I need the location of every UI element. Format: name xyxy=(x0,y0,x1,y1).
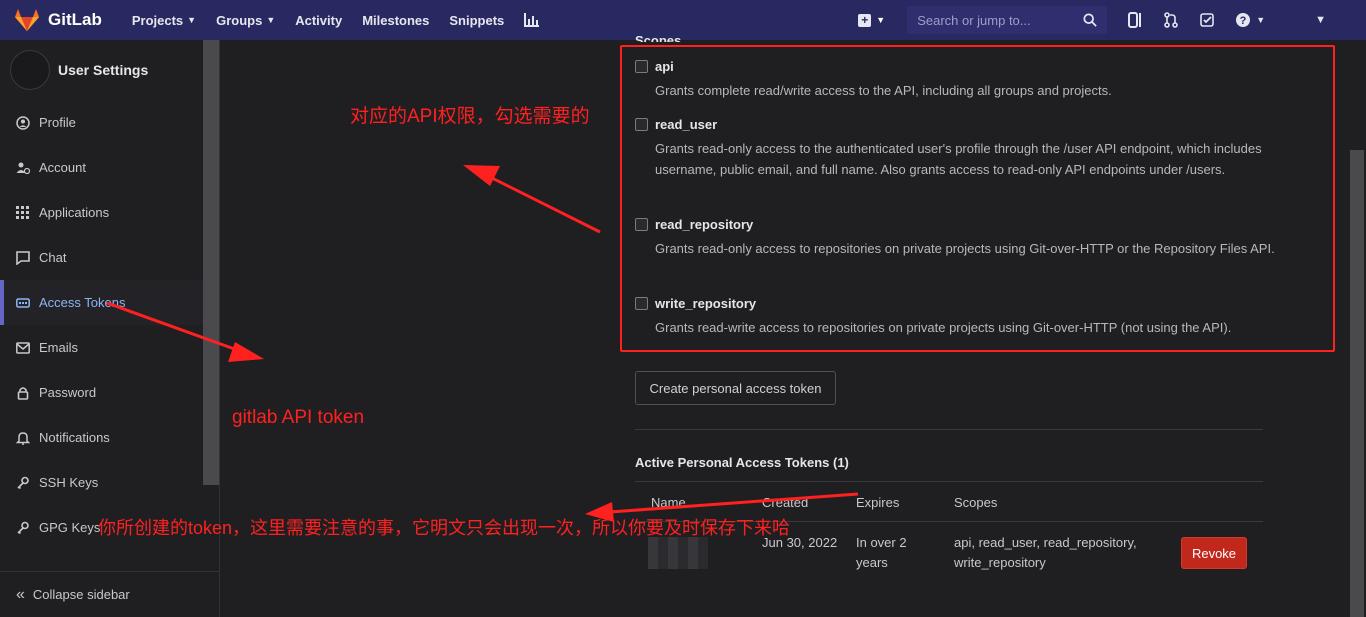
sidebar-item-profile[interactable]: Profile xyxy=(0,100,203,145)
sidebar-item-label: Chat xyxy=(39,250,67,265)
todos-button[interactable] xyxy=(1199,12,1215,28)
column-name: Name xyxy=(651,495,686,510)
token-name-redacted xyxy=(648,537,708,569)
sidebar-item-label: Account xyxy=(39,160,86,175)
token-expires: In over 2 years xyxy=(856,535,907,570)
sidebar-item-chat[interactable]: Chat xyxy=(0,235,203,280)
chevron-down-icon: ▼ xyxy=(1256,15,1266,25)
sidebar-item-applications[interactable]: Applications xyxy=(0,190,203,235)
applications-icon xyxy=(16,205,29,219)
bell-icon xyxy=(16,431,30,445)
lock-icon xyxy=(17,386,29,400)
sidebar-item-label: Access Tokens xyxy=(39,295,126,310)
column-scopes: Scopes xyxy=(954,495,998,510)
collapse-sidebar-button[interactable]: « Collapse sidebar xyxy=(0,571,219,617)
chevron-down-icon: ▼ xyxy=(187,15,197,25)
annotation-token-note: gitlab API token xyxy=(232,407,365,428)
arrow-to-scopes-note xyxy=(487,174,601,234)
arrow-head-scopes xyxy=(463,165,500,186)
column-created: Created xyxy=(762,495,809,510)
search-icon xyxy=(1083,13,1097,27)
mail-icon xyxy=(16,341,30,354)
sidebar-item-emails[interactable]: Emails xyxy=(0,325,203,370)
top-navbar: GitLab Projects ▼ Groups ▼ Activity Milest… xyxy=(0,0,1366,40)
brand-name: GitLab xyxy=(48,10,102,29)
sidebar-item-ssh-keys[interactable]: SSH Keys xyxy=(0,460,203,505)
search-input[interactable] xyxy=(917,12,1068,28)
annotation-scopes-note: 对应的API权限，勾选需要的 xyxy=(350,106,590,127)
sidebar-item-label: Applications xyxy=(39,205,110,220)
sidebar-item-label: SSH Keys xyxy=(39,475,99,490)
sidebar-item-label: GPG Keys xyxy=(39,520,101,535)
gitlab-logo[interactable]: GitLab xyxy=(14,8,102,32)
nav-projects[interactable]: Projects ▼ xyxy=(132,13,196,28)
nav-milestones[interactable]: Milestones xyxy=(362,13,429,28)
sidebar-item-account[interactable]: Account xyxy=(0,145,203,190)
svg-text:?: ? xyxy=(1240,15,1247,27)
sidebar-toggle-button[interactable] xyxy=(1127,12,1143,28)
avatar[interactable] xyxy=(10,50,50,90)
key-icon xyxy=(17,476,29,489)
chevron-down-icon: ▼ xyxy=(266,15,276,25)
active-tokens-title: Active Personal Access Tokens (1) xyxy=(635,455,849,470)
profile-icon xyxy=(16,115,30,130)
chart-icon xyxy=(524,13,540,27)
annotation-highlight-box xyxy=(620,45,1335,352)
help-icon: ? xyxy=(1236,13,1251,27)
section-divider xyxy=(635,429,1263,430)
account-icon xyxy=(16,162,30,174)
collapse-sidebar-label: Collapse sidebar xyxy=(32,587,130,602)
user-menu-chevron-icon[interactable]: ▼ xyxy=(1315,14,1326,26)
scopes-label: Scopes xyxy=(635,33,682,42)
merge-requests-button[interactable] xyxy=(1163,12,1179,28)
nav-groups[interactable]: Groups ▼ xyxy=(216,13,275,28)
create-token-button[interactable]: Create personal access token xyxy=(635,371,836,405)
sidebar-item-label: Password xyxy=(39,385,97,400)
panel-icon xyxy=(1128,12,1142,28)
sidebar-item-notifications[interactable]: Notifications xyxy=(0,415,203,460)
search-box[interactable] xyxy=(907,6,1108,34)
chat-icon xyxy=(16,250,30,265)
sidebar-item-access-tokens[interactable]: Access Tokens xyxy=(0,280,203,325)
nav-activity[interactable]: Activity xyxy=(295,13,342,28)
sidebar-item-label: Emails xyxy=(39,340,79,355)
todo-check-icon xyxy=(1200,13,1214,27)
tanuki-icon xyxy=(15,9,39,31)
column-expires: Expires xyxy=(856,495,900,510)
sidebar-scrollbar[interactable] xyxy=(203,40,219,485)
main-scrollbar-thumb[interactable] xyxy=(1350,150,1364,617)
analytics-link[interactable] xyxy=(524,13,540,27)
sidebar-title: User Settings xyxy=(58,62,149,78)
plus-icon: + xyxy=(858,13,872,27)
revoke-button[interactable]: Revoke xyxy=(1181,537,1247,569)
sidebar-header: User Settings xyxy=(0,40,219,100)
merge-request-icon xyxy=(1164,12,1178,28)
chevron-down-icon: ▼ xyxy=(876,15,886,25)
token-icon xyxy=(16,297,30,308)
help-button[interactable]: ? ▼ xyxy=(1235,12,1265,28)
token-scopes: api, read_user, read_repository, write_r… xyxy=(954,535,1137,570)
annotation-created-note: 你所创建的token，这里需要注意的事，它明文只会出现一次，所以你要及时保存下来… xyxy=(98,518,791,538)
nav-snippets[interactable]: Snippets xyxy=(449,13,504,28)
arrow-head-tokens xyxy=(228,342,264,362)
sidebar-item-password[interactable]: Password xyxy=(0,370,203,415)
new-dropdown-button[interactable]: + ▼ xyxy=(858,13,886,27)
sidebar-item-label: Notifications xyxy=(39,430,110,445)
key-icon xyxy=(17,521,29,534)
double-chevron-left-icon: « xyxy=(16,585,25,603)
sidebar-item-label: Profile xyxy=(39,115,76,130)
